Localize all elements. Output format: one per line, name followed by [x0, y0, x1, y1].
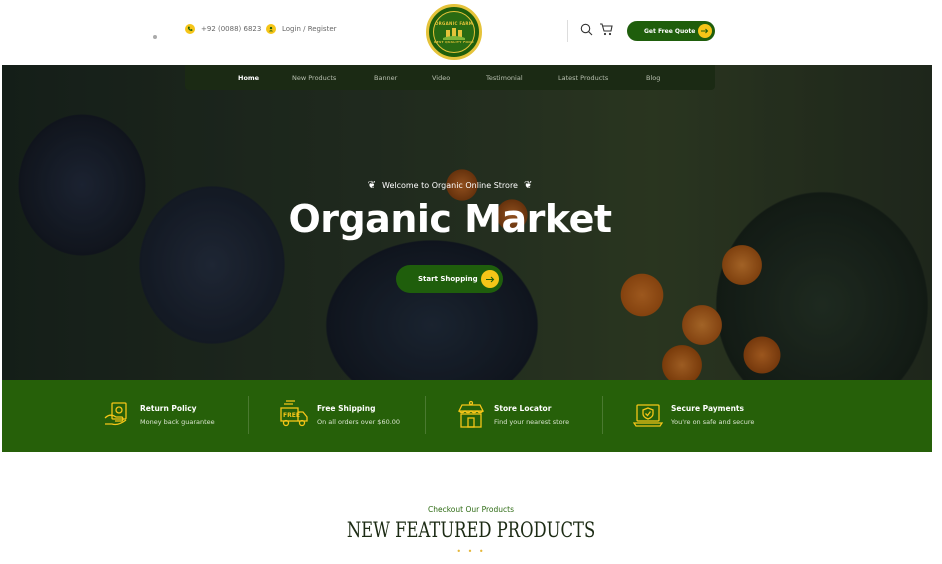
phone-contact[interactable]: +92 (0088) 6823 — [185, 24, 261, 34]
main-nav: Home New Products Banner Video Testimoni… — [185, 65, 715, 90]
hero-subtitle: Welcome to Organic Online Strore — [382, 180, 518, 190]
nav-item-new-products[interactable]: New Products — [292, 74, 336, 82]
decorative-dot — [153, 35, 157, 39]
nav-item-video[interactable]: Video — [432, 74, 450, 82]
nav-item-blog[interactable]: Blog — [646, 74, 660, 82]
phone-icon — [185, 24, 195, 34]
farm-icon — [443, 27, 465, 40]
feature-title: Store Locator — [494, 404, 552, 413]
feature-subtitle: Find your nearest store — [494, 418, 570, 426]
nav-item-home[interactable]: Home — [238, 74, 259, 82]
feature-divider — [602, 396, 603, 434]
feature-divider — [248, 396, 249, 434]
feature-return-policy: Return Policy Money back guarantee — [102, 400, 215, 430]
get-free-quote-button[interactable]: Get Free Quote — [627, 21, 715, 41]
feature-subtitle: Money back guarantee — [140, 418, 215, 426]
feature-title: Free Shipping — [317, 404, 376, 413]
phone-number[interactable]: +92 (0088) 6823 — [201, 25, 261, 33]
secure-payments-icon — [633, 400, 663, 430]
login-register-link[interactable]: Login / Register — [282, 25, 337, 33]
feature-secure-payments: Secure Payments You're on safe and secur… — [633, 400, 754, 430]
feature-title: Secure Payments — [671, 404, 744, 413]
arrow-right-icon — [481, 270, 499, 288]
quote-button-label: Get Free Quote — [644, 27, 696, 35]
wheat-left-icon: ❦ — [367, 179, 376, 191]
feature-free-shipping: FREE Free Shipping On all orders over $6… — [279, 400, 400, 430]
feature-store-locator: Store Locator Find your nearest store — [456, 400, 569, 430]
arrow-right-icon — [698, 24, 712, 38]
free-shipping-icon: FREE — [279, 400, 309, 430]
start-shopping-label: Start Shopping — [418, 275, 478, 283]
login-register[interactable]: Login / Register — [266, 24, 337, 34]
logo-text-bottom: BEST QUALITY FOOD — [434, 39, 474, 44]
return-policy-icon — [102, 400, 132, 430]
feature-title: Return Policy — [140, 404, 197, 413]
hero-subtitle-row: ❦ Welcome to Organic Online Strore ❦ — [361, 176, 539, 194]
wheat-right-icon: ❦ — [523, 179, 533, 191]
user-icon — [266, 24, 276, 34]
site-logo[interactable]: ORGANIC FARM BEST QUALITY FOOD — [426, 4, 482, 60]
header-topbar: +92 (0088) 6823 Login / Register ORGANIC… — [0, 0, 942, 66]
svg-text:FREE: FREE — [283, 412, 300, 419]
nav-item-banner[interactable]: Banner — [374, 74, 397, 82]
start-shopping-button[interactable]: Start Shopping — [396, 265, 503, 293]
nav-item-testimonial[interactable]: Testimonial — [486, 74, 523, 82]
search-icon[interactable] — [580, 23, 593, 36]
header-divider — [567, 20, 568, 42]
logo-emblem: ORGANIC FARM BEST QUALITY FOOD — [433, 11, 475, 53]
store-locator-icon — [456, 400, 486, 430]
section-title: NEW FEATURED PRODUCTS — [346, 518, 596, 542]
cart-icon[interactable] — [599, 23, 613, 36]
nav-item-latest-products[interactable]: Latest Products — [558, 74, 608, 82]
title-dots-decoration: • • • — [456, 547, 486, 556]
feature-subtitle: You're on safe and secure — [671, 418, 755, 426]
feature-divider — [425, 396, 426, 434]
hero-title: Organic Market — [288, 197, 612, 241]
features-band: Return Policy Money back guarantee FREE … — [2, 380, 932, 452]
feature-subtitle: On all orders over $60.00 — [317, 418, 401, 426]
section-eyebrow: Checkout Our Products — [428, 505, 514, 514]
